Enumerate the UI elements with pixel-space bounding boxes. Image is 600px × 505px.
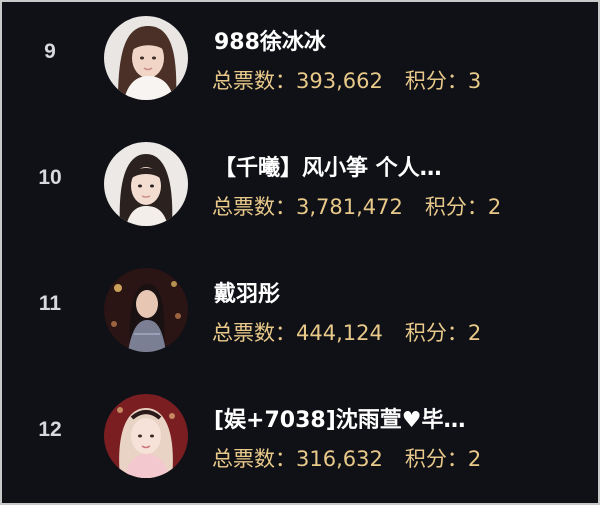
leaderboard-row[interactable]: 11 戴羽彤 总票数：444,124 积分：2 (2, 254, 598, 374)
vote-stats: 总票数：316,632 积分：2 (212, 444, 481, 474)
streamer-name[interactable]: 戴羽彤 (214, 280, 280, 310)
vote-stats: 总票数：393,662 积分：3 (212, 66, 481, 96)
leaderboard-row[interactable]: 10 【千曦】风小筝 个人… 总票数：3,781,472 积分：2 (2, 128, 598, 248)
votes-value: 316,632 (296, 447, 383, 471)
rank-number: 10 (38, 166, 62, 189)
points-label: 积分： (404, 447, 468, 471)
points-value: 2 (467, 321, 482, 345)
points-label: 积分： (424, 195, 488, 219)
points-value: 2 (467, 447, 482, 471)
leaderboard-row[interactable]: 9 988徐冰冰 总票数：393,662 积分：3 (2, 2, 598, 122)
points-value: 3 (467, 69, 482, 93)
vote-stats: 总票数：444,124 积分：2 (212, 318, 481, 348)
points-label: 积分： (404, 321, 468, 345)
points-value: 2 (487, 195, 502, 219)
votes-value: 393,662 (296, 69, 383, 93)
leaderboard-row[interactable]: 12 [娱+7038]沈雨萱♥毕… 总票数：316,632 积分：2 (2, 380, 598, 500)
votes-value: 444,124 (296, 321, 383, 345)
streamer-name[interactable]: 【千曦】风小筝 个人… (214, 154, 442, 184)
streamer-avatar[interactable] (104, 394, 188, 478)
rank-number: 12 (38, 418, 62, 441)
votes-label: 总票数： (212, 447, 296, 471)
votes-label: 总票数： (212, 195, 296, 219)
streamer-name[interactable]: [娱+7038]沈雨萱♥毕… (214, 406, 466, 436)
leaderboard-panel: 9 988徐冰冰 总票数：393,662 积分：3 10 【千曦】风小筝 个人…… (0, 0, 600, 505)
streamer-name[interactable]: 988徐冰冰 (214, 28, 326, 58)
votes-value: 3,781,472 (296, 195, 403, 219)
points-label: 积分： (404, 69, 468, 93)
vote-stats: 总票数：3,781,472 积分：2 (212, 192, 501, 222)
streamer-avatar[interactable] (104, 142, 188, 226)
votes-label: 总票数： (212, 321, 296, 345)
streamer-avatar[interactable] (104, 16, 188, 100)
votes-label: 总票数： (212, 69, 296, 93)
rank-number: 11 (38, 292, 62, 315)
rank-number: 9 (44, 40, 56, 63)
streamer-avatar[interactable] (104, 268, 188, 352)
